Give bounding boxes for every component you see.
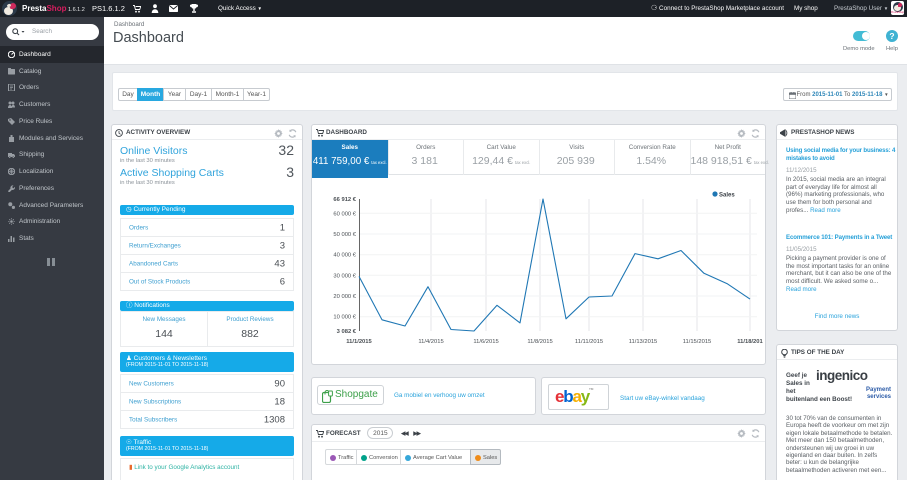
svg-text:30 000 €: 30 000 €	[333, 273, 356, 279]
svg-text:11/18/201: 11/18/201	[737, 339, 763, 345]
svg-text:11/11/2015: 11/11/2015	[575, 339, 603, 345]
svg-text:11/13/2015: 11/13/2015	[629, 339, 658, 345]
svg-text:11/8/2015: 11/8/2015	[527, 339, 552, 345]
svg-text:20 000 €: 20 000 €	[333, 294, 356, 300]
svg-text:11/6/2015: 11/6/2015	[473, 339, 498, 345]
svg-text:11/4/2015: 11/4/2015	[418, 339, 443, 345]
svg-text:3 082 €: 3 082 €	[337, 329, 357, 335]
svg-text:66 912 €: 66 912 €	[333, 197, 356, 203]
svg-text:11/15/2015: 11/15/2015	[683, 339, 712, 345]
svg-text:40 000 €: 40 000 €	[333, 253, 356, 259]
svg-text:10 000 €: 10 000 €	[333, 315, 356, 321]
svg-text:Sales: Sales	[719, 193, 735, 199]
svg-text:60 000 €: 60 000 €	[333, 211, 356, 217]
svg-text:50 000 €: 50 000 €	[333, 232, 356, 238]
svg-text:11/1/2015: 11/1/2015	[346, 339, 372, 345]
